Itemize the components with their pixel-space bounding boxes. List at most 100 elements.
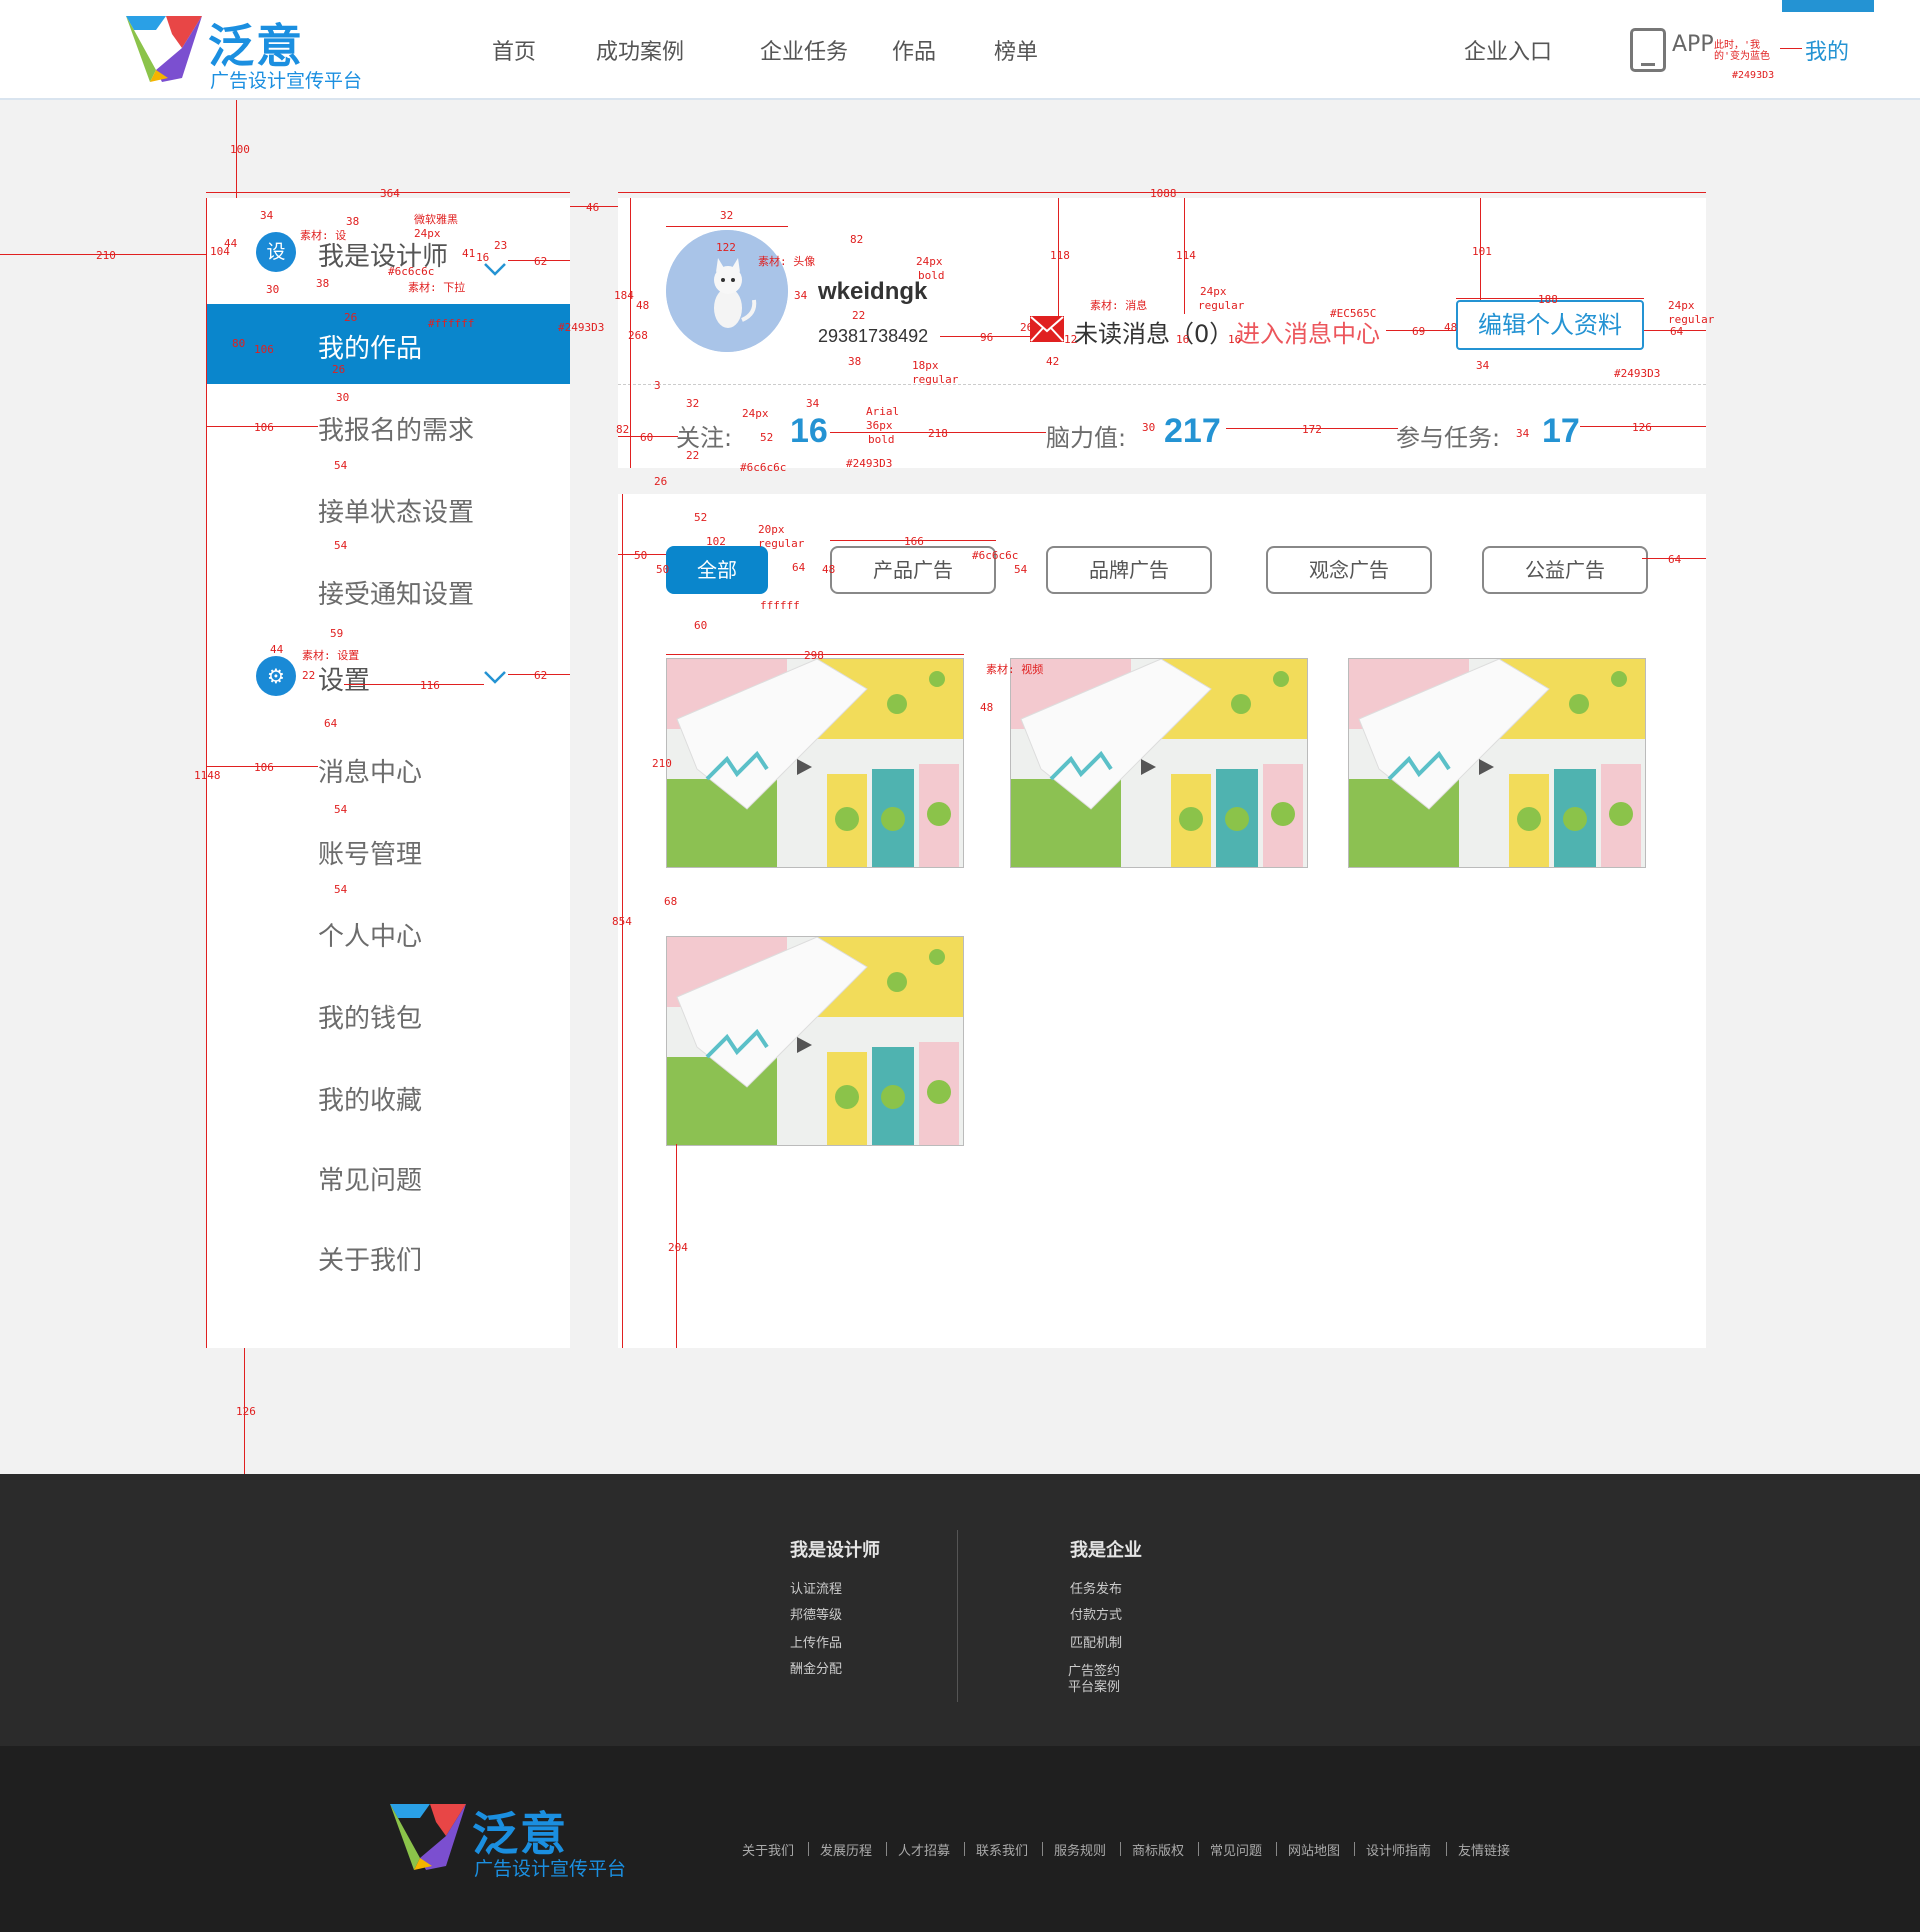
sidebar-item-label: 账号管理	[318, 840, 423, 870]
annotation-dim: 82	[850, 233, 864, 246]
settings-icon: ⚙	[256, 656, 296, 696]
sidebar-item-label: 接受通知设置	[318, 580, 475, 610]
user-id: 29381738492	[818, 326, 929, 346]
annotation-color: ffffff	[760, 599, 800, 612]
footer-link[interactable]: 认证流程	[790, 1578, 842, 1597]
footer-designer-title: 我是设计师	[790, 1540, 880, 1561]
work-thumbnail[interactable]	[1010, 658, 1308, 868]
annotation-dim: 26	[1020, 321, 1034, 334]
active-indicator	[1782, 0, 1874, 12]
annotation-dim: 104	[210, 245, 230, 258]
annotation-dim: 54	[334, 539, 348, 552]
annotation-weight: bold	[868, 433, 895, 446]
footer-top: 我是设计师 认证流程 邦德等级 上传作品 酬金分配 我是企业 任务发布 付款方式…	[0, 1474, 1920, 1746]
work-thumbnail[interactable]	[666, 936, 964, 1146]
footer-bottom-link[interactable]: 人才招募	[898, 1840, 950, 1859]
follow-label: 关注:	[676, 424, 733, 452]
tablet-icon[interactable]	[1630, 28, 1666, 72]
footer-link[interactable]: 任务发布	[1070, 1578, 1122, 1597]
annotation-dim: 32	[686, 397, 700, 410]
work-thumbnail[interactable]	[666, 658, 964, 868]
annotation-dim: 106	[254, 343, 274, 356]
nav-enterprise-tasks[interactable]: 企业任务	[760, 34, 848, 66]
annotation-asset: 素材: 下拉	[408, 281, 466, 294]
footer-link[interactable]: 上传作品	[790, 1632, 842, 1651]
tab-concept-ads[interactable]: 观念广告	[1266, 546, 1432, 594]
annotation-dim: 80	[232, 337, 246, 350]
footer-bottom-link[interactable]: 发展历程	[820, 1840, 872, 1859]
site-logo[interactable]: 泛意 广告设计宣传平台	[122, 8, 382, 92]
annotation-dim: 30	[1142, 421, 1156, 434]
footer-link[interactable]: 平台案例	[1068, 1676, 1120, 1695]
footer-link[interactable]: 酬金分配	[790, 1658, 842, 1677]
footer-bottom-link[interactable]: 友情链接	[1458, 1840, 1510, 1859]
annotation-dim: 218	[928, 427, 948, 440]
annotation-dim: 59	[330, 627, 344, 640]
annotation-asset: 素材: 视频	[986, 663, 1044, 676]
annotation-dim: 82	[616, 423, 630, 436]
logo-mark-icon	[390, 1804, 466, 1870]
nav-ranking[interactable]: 榜单	[994, 34, 1038, 66]
footer-bottom-link[interactable]: 联系我们	[976, 1840, 1028, 1859]
sidebar-item-favorites[interactable]: 我的收藏	[206, 1056, 570, 1136]
tab-charity-ads[interactable]: 公益广告	[1482, 546, 1648, 594]
my-link[interactable]: 我的	[1805, 34, 1849, 66]
nav-enterprise-entry[interactable]: 企业入口	[1464, 34, 1552, 66]
annotation-dim: 96	[980, 331, 994, 344]
designer-icon: 设	[256, 232, 296, 272]
annotation-weight: bold	[918, 269, 945, 282]
sidebar-head-settings-label: 设置	[318, 666, 371, 696]
annotation-weight: regular	[912, 373, 959, 386]
annotation-line	[666, 226, 788, 227]
annotation-dim: 64	[1670, 325, 1684, 338]
sidebar-item-label: 我的作品	[318, 334, 423, 364]
annotation-dim: 50	[656, 563, 670, 576]
works-panel: 全部 产品广告 品牌广告 观念广告 公益广告	[618, 494, 1706, 1348]
sidebar-item-order-status[interactable]: 接单状态设置	[206, 468, 570, 548]
annotation-color: #2493D3	[1614, 367, 1661, 380]
tab-brand-ads[interactable]: 品牌广告	[1046, 546, 1212, 594]
sidebar-item-notify-settings[interactable]: 接受通知设置	[206, 550, 570, 630]
footer-link[interactable]: 付款方式	[1070, 1604, 1122, 1623]
annotation-dim: 126	[1632, 421, 1652, 434]
footer-separator	[1042, 1842, 1043, 1856]
edit-profile-button[interactable]: 编辑个人资料	[1456, 300, 1644, 350]
footer-bottom-link[interactable]: 服务规则	[1054, 1840, 1106, 1859]
task-value[interactable]: 17	[1542, 412, 1580, 451]
footer-link[interactable]: 匹配机制	[1070, 1632, 1122, 1651]
annotation-dim: 210	[96, 249, 116, 262]
annotation-dim: 172	[1302, 423, 1322, 436]
annotation-dim: 364	[380, 187, 400, 200]
footer-bottom-link[interactable]: 设计师指南	[1366, 1840, 1431, 1859]
chevron-down-icon[interactable]	[484, 670, 506, 684]
annotation-dim: 50	[634, 549, 648, 562]
nav-success-cases[interactable]: 成功案例	[596, 34, 684, 66]
follow-value[interactable]: 16	[790, 412, 828, 451]
annotation-size: 24px	[1668, 299, 1695, 312]
sidebar-item-wallet[interactable]: 我的钱包	[206, 974, 570, 1054]
annotation-dim: 126	[236, 1405, 256, 1418]
sidebar-item-account[interactable]: 账号管理	[206, 810, 570, 890]
nav-works[interactable]: 作品	[892, 34, 936, 66]
tab-all[interactable]: 全部	[666, 546, 768, 594]
annotation-dim: 46	[586, 201, 600, 214]
sidebar-item-personal-center[interactable]: 个人中心	[206, 892, 570, 972]
annotation-dim: 38	[848, 355, 862, 368]
footer-separator	[1446, 1842, 1447, 1856]
nav-home[interactable]: 首页	[492, 34, 536, 66]
footer-bottom-link[interactable]: 关于我们	[742, 1840, 794, 1859]
annotation-size: 24px	[742, 407, 769, 420]
annotation-weight: regular	[1198, 299, 1245, 312]
footer-bottom-link[interactable]: 常见问题	[1210, 1840, 1262, 1859]
app-link[interactable]: APP	[1672, 32, 1714, 57]
footer-separator	[886, 1842, 887, 1856]
sidebar-item-faq[interactable]: 常见问题	[206, 1136, 570, 1216]
footer-bottom-link[interactable]: 网站地图	[1288, 1840, 1340, 1859]
sidebar-item-about[interactable]: 关于我们	[206, 1216, 570, 1296]
work-thumbnail[interactable]	[1348, 658, 1646, 868]
footer-bottom-link[interactable]: 商标版权	[1132, 1840, 1184, 1859]
footer-link[interactable]: 邦德等级	[790, 1604, 842, 1623]
annotation-dim: 34	[1476, 359, 1490, 372]
footer-logo[interactable]: 泛意 广告设计宣传平台	[386, 1796, 646, 1880]
chevron-down-icon[interactable]	[484, 262, 506, 276]
